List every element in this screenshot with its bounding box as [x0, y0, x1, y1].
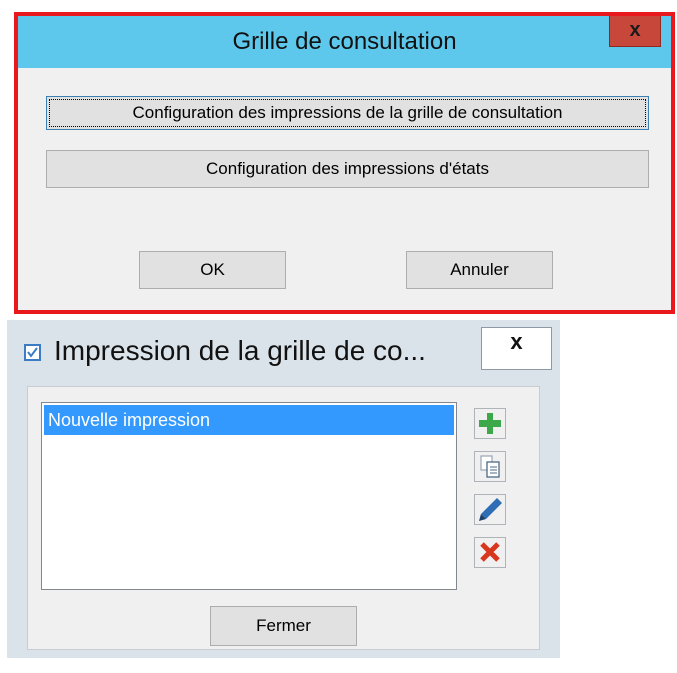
delete-button[interactable] [474, 537, 506, 568]
reports-print-config-label: Configuration des impressions d'états [206, 159, 489, 178]
close-button-label: Fermer [256, 616, 311, 635]
grid-print-config-label: Configuration des impressions de la gril… [132, 103, 563, 122]
cancel-button[interactable]: Annuler [406, 251, 553, 289]
cancel-label: Annuler [450, 260, 509, 279]
reports-print-config-button[interactable]: Configuration des impressions d'états [46, 150, 649, 188]
close-icon: x [510, 329, 523, 354]
consultation-title: Grille de consultation [232, 28, 457, 55]
add-button[interactable] [474, 408, 506, 439]
copy-button[interactable] [474, 451, 506, 482]
consultation-title-bar[interactable]: Grille de consultation x [14, 12, 675, 68]
window-checkbox-icon [24, 344, 41, 361]
add-icon [479, 413, 501, 434]
edit-button[interactable] [474, 494, 506, 525]
copy-icon [480, 455, 500, 478]
list-item[interactable]: Nouvelle impression [44, 405, 454, 435]
print-dialog-close-button[interactable]: x [481, 327, 552, 370]
edit-icon [479, 498, 502, 521]
grid-print-config-button[interactable]: Configuration des impressions de la gril… [46, 96, 649, 130]
print-dialog: Impression de la grille de co... x Nouve… [7, 320, 560, 658]
close-icon: x [629, 19, 641, 41]
delete-icon [480, 542, 500, 562]
consultation-dialog: Grille de consultation x Configuration d… [14, 12, 675, 314]
print-dialog-title: Impression de la grille de co... [54, 335, 426, 366]
ok-button[interactable]: OK [139, 251, 286, 289]
ok-label: OK [200, 260, 225, 279]
close-button[interactable]: Fermer [210, 606, 357, 646]
consultation-close-button[interactable]: x [609, 15, 661, 47]
print-list[interactable]: Nouvelle impression [41, 402, 457, 590]
